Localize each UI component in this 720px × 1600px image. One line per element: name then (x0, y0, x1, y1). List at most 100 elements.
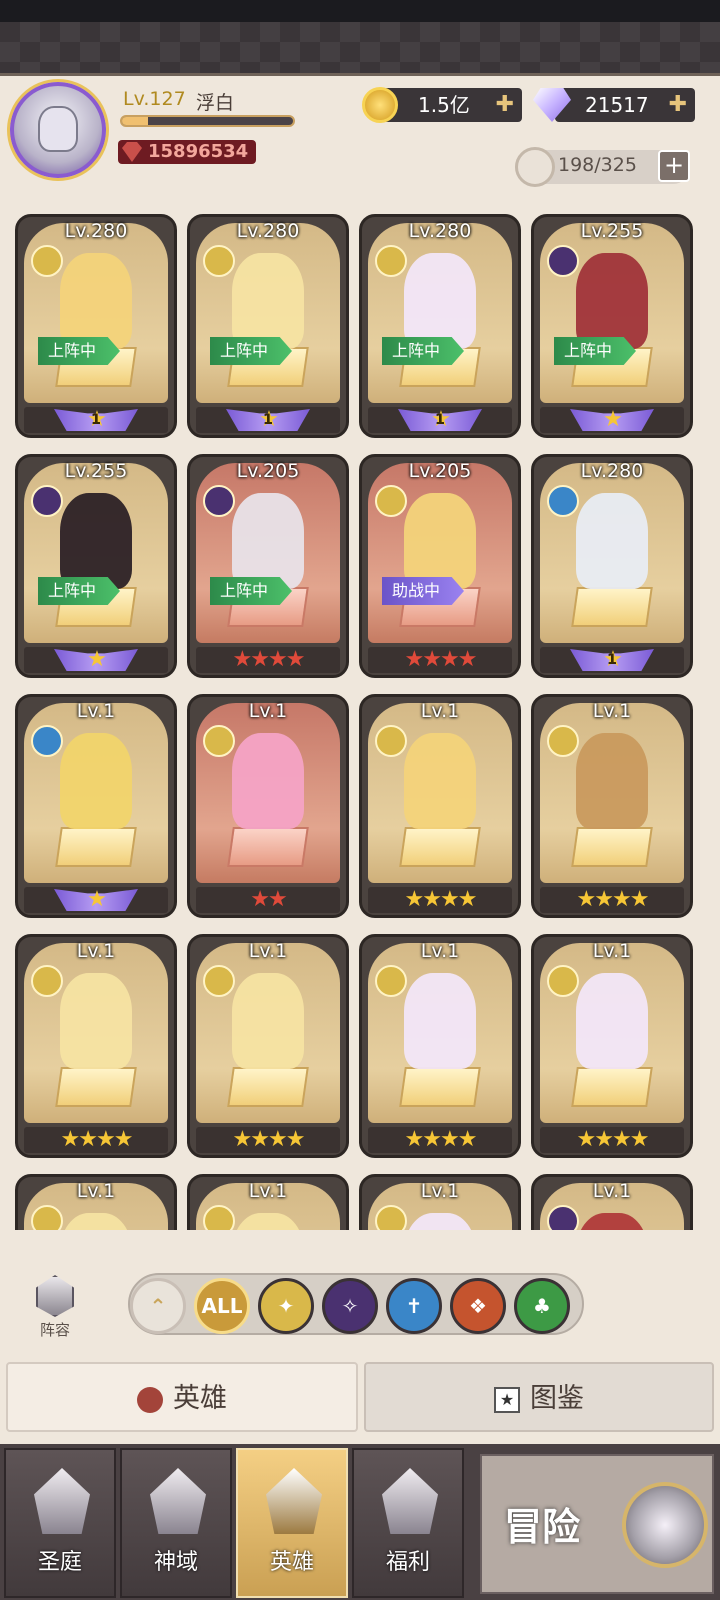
player-avatar[interactable] (10, 82, 106, 178)
hero-level: Lv.205 (236, 460, 300, 482)
filter-all-button[interactable]: ALL (194, 1278, 250, 1334)
hero-card[interactable]: Lv.1 (359, 1174, 521, 1230)
filter-holy-button[interactable]: ✝ (386, 1278, 442, 1334)
nav-2-label: 英雄 (269, 1550, 314, 1575)
pedestal (571, 1067, 653, 1107)
star-bar: ★ (24, 887, 168, 913)
power-value: 15896534 (118, 140, 257, 164)
faction-light-icon (375, 245, 407, 277)
hero-sprite (60, 973, 132, 1069)
star-number: 1 (91, 412, 101, 428)
nav-3-button[interactable]: 福利 (352, 1448, 464, 1598)
hero-card[interactable]: Lv.1 ★★★★ (359, 694, 521, 918)
star-bar: ★ (24, 647, 168, 673)
star-rating: ★★★★ (404, 887, 478, 912)
hero-level: Lv.1 (420, 940, 460, 962)
hero-card[interactable]: Lv.1 ★★★★ (15, 934, 177, 1158)
filter-collapse-button[interactable]: ⌃ (130, 1278, 186, 1334)
hero-level: Lv.1 (248, 1180, 288, 1202)
hero-sprite (232, 253, 304, 349)
faction-light-icon (547, 965, 579, 997)
tab-codex[interactable]: ★ 图鉴 (364, 1362, 714, 1432)
filter-dark-button[interactable]: ✧ (322, 1278, 378, 1334)
filter-nature-button[interactable]: ♣ (514, 1278, 570, 1334)
status-badge: 上阵中 (38, 577, 121, 605)
star-rating: ★ (87, 647, 107, 672)
star-number: 1 (263, 412, 273, 428)
hero-card[interactable]: Lv.280 上阵中 ★ 1 (359, 214, 521, 438)
hero-level: Lv.280 (236, 220, 300, 242)
hero-sprite (576, 493, 648, 589)
exp-fill (122, 117, 148, 125)
nav-0-button[interactable]: 圣庭 (4, 1448, 116, 1598)
hero-level: Lv.280 (64, 220, 128, 242)
adventure-button[interactable]: 冒险 (480, 1454, 714, 1594)
star-rating: ★★★★ (576, 1127, 650, 1152)
hero-level: Lv.1 (420, 1180, 460, 1202)
hero-card[interactable]: Lv.1 ★★★★ (531, 694, 693, 918)
pedestal (399, 827, 481, 867)
hero-card[interactable]: Lv.280 上阵中 ★ 1 (15, 214, 177, 438)
faction-dark-icon (203, 485, 235, 517)
status-badge: 上阵中 (210, 337, 293, 365)
status-badge: 上阵中 (38, 337, 121, 365)
add-diamond-button[interactable]: ✚ (669, 94, 687, 116)
add-gold-button[interactable]: ✚ (496, 94, 514, 116)
filter-beast-button[interactable]: ❖ (450, 1278, 506, 1334)
hero-grid: Lv.280 上阵中 ★ 1 Lv.280 上阵中 ★ 1 Lv.280 上阵中… (0, 206, 720, 1230)
star-rating: ★★★★ (232, 647, 306, 672)
gold-amount: 1.5亿 (418, 93, 470, 117)
faction-light-icon (375, 1205, 407, 1230)
hero-sprite (60, 253, 132, 349)
hero-card[interactable]: Lv.1 (187, 1174, 349, 1230)
hero-card[interactable]: Lv.205 助战中 ★★★★ (359, 454, 521, 678)
hero-card[interactable]: Lv.1 (531, 1174, 693, 1230)
hero-sprite (404, 253, 476, 349)
hero-sprite (232, 733, 304, 829)
gold-display: 1.5亿 ✚ (362, 87, 522, 123)
status-badge: 上阵中 (554, 337, 637, 365)
hero-sprite (232, 973, 304, 1069)
faction-dark-icon (31, 485, 63, 517)
diamond-display: 21517 ✚ (533, 88, 695, 122)
tab-heroes-label: 英雄 (173, 1383, 227, 1414)
codex-star-icon: ★ (494, 1386, 520, 1413)
hero-card[interactable]: Lv.1 ★★★★ (531, 934, 693, 1158)
nav-2-button[interactable]: 英雄 (236, 1448, 348, 1598)
filter-all-label: ALL (201, 1294, 243, 1318)
gold-coin-icon (362, 87, 398, 123)
star-number: 1 (607, 652, 617, 668)
hero-level: Lv.1 (248, 700, 288, 722)
hero-card[interactable]: Lv.1 ★ (15, 694, 177, 918)
tab-codex-label: 图鉴 (530, 1383, 584, 1414)
hero-card[interactable]: Lv.1 (15, 1174, 177, 1230)
hero-card[interactable]: Lv.205 上阵中 ★★★★ (187, 454, 349, 678)
pedestal (571, 827, 653, 867)
filter-light-button[interactable]: ✦ (258, 1278, 314, 1334)
hero-card[interactable]: Lv.280 ★ 1 (531, 454, 693, 678)
hero-card[interactable]: Lv.1 ★★ (187, 694, 349, 918)
filter-nature-label: ♣ (533, 1294, 551, 1318)
hero-card[interactable]: Lv.255 上阵中 ★ (15, 454, 177, 678)
hero-card[interactable]: Lv.255 上阵中 ★ (531, 214, 693, 438)
faction-dark-icon (547, 245, 579, 277)
star-bar: ★★★★ (368, 647, 512, 673)
star-bar: ★★★★ (196, 1127, 340, 1153)
hero-level: Lv.1 (76, 940, 116, 962)
star-bar: ★ 1 (540, 647, 684, 673)
nav-1-button[interactable]: 神域 (120, 1448, 232, 1598)
player-level: Lv.127 (123, 88, 186, 110)
hero-level: Lv.255 (580, 220, 644, 242)
tab-heroes[interactable]: 英雄 (6, 1362, 358, 1432)
hero-card[interactable]: Lv.1 ★★★★ (187, 934, 349, 1158)
expand-capacity-button[interactable]: + (658, 150, 690, 182)
pedestal (227, 1067, 309, 1107)
helmet-icon (515, 147, 555, 187)
hero-card[interactable]: Lv.280 上阵中 ★ 1 (187, 214, 349, 438)
squad-button[interactable]: 阵容 (25, 1275, 85, 1339)
hero-card[interactable]: Lv.1 ★★★★ (359, 934, 521, 1158)
star-rating: ★★ (250, 887, 287, 912)
pedestal (55, 827, 137, 867)
faction-light-icon (203, 965, 235, 997)
power-icon (122, 142, 142, 162)
